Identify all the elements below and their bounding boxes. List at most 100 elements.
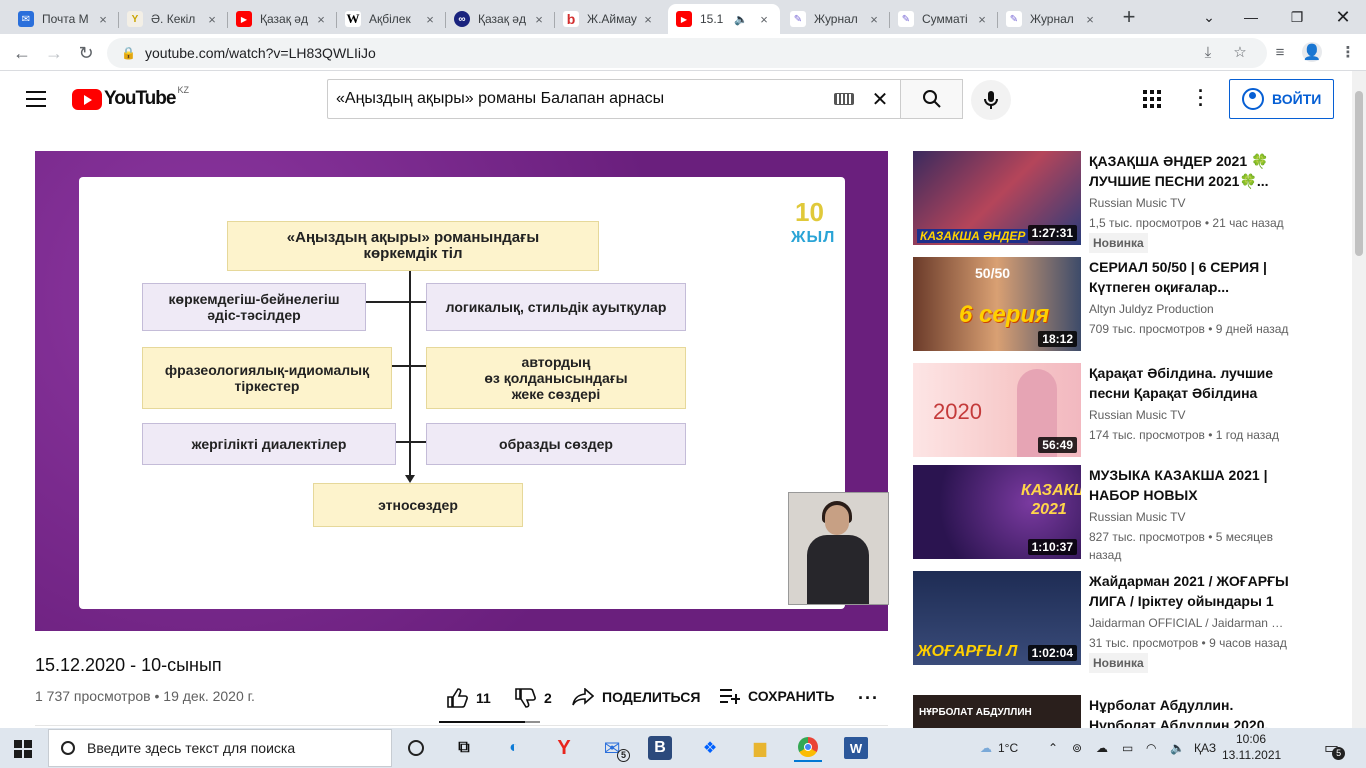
settings-more-icon[interactable]: · · · — [1193, 82, 1209, 114]
install-app-icon[interactable]: ⤓ — [1198, 42, 1218, 62]
show-hidden-icons-icon[interactable]: ⌃ — [1048, 728, 1058, 768]
address-bar[interactable]: 🔒 youtube.com/watch?v=LH83QWLIiJo — [107, 38, 1267, 68]
channel-name[interactable]: Jaidarman OFFICIAL / Jaidarman C... — [1089, 616, 1289, 630]
browser-tab[interactable]: ✎ Сумматі × — [890, 4, 998, 34]
hamburger-menu-icon[interactable] — [26, 91, 46, 107]
channel-name[interactable]: Russian Music TV — [1089, 196, 1289, 210]
close-tab-icon[interactable]: × — [204, 12, 220, 27]
recommended-video[interactable]: 6 серия 50/50 18:12 СЕРИАЛ 50/50 | 6 СЕР… — [913, 257, 1343, 353]
search-input[interactable]: «Аңыздың ақыры» романы Балапан арнасы ✕ — [327, 79, 900, 119]
site-favicon-icon: ✎ — [790, 11, 806, 27]
minimize-button[interactable]: — — [1228, 0, 1274, 34]
video-thumbnail[interactable]: КАЗАКША 2021 1:10:37 — [913, 465, 1081, 559]
bookmark-star-icon[interactable]: ☆ — [1230, 42, 1250, 62]
keyboard-icon[interactable] — [834, 93, 854, 105]
word-icon[interactable]: W — [844, 737, 868, 759]
video-player[interactable]: 10 ЖЫЛ «Аңыздың ақыры» романындағы көркем… — [35, 151, 889, 631]
close-tab-icon[interactable]: × — [531, 12, 547, 27]
video-title[interactable]: МУЗЫКА КАЗАКША 2021 | НАБОР НОВЫХ СООБЩЕ… — [1089, 465, 1289, 505]
back-button[interactable]: ← — [8, 39, 36, 67]
more-actions-icon[interactable]: ··· — [858, 688, 879, 709]
audio-playing-icon[interactable]: 🔈 — [734, 13, 748, 26]
browser-tab[interactable]: ✎ Журнал × — [782, 4, 890, 34]
mail-app-icon[interactable]: ✉ 5 — [598, 734, 630, 762]
task-view-icon[interactable]: ⧉ — [450, 734, 478, 762]
share-button[interactable]: ПОДЕЛИТЬСЯ — [572, 688, 700, 706]
wifi-icon[interactable]: ◠ — [1146, 728, 1156, 768]
volume-icon[interactable]: 🔈 — [1170, 728, 1185, 768]
close-tab-icon[interactable]: × — [756, 12, 772, 27]
video-title[interactable]: ҚАЗАҚША ӘНДЕР 2021 🍀 ЛУЧШИЕ ПЕСНИ 2021🍀.… — [1089, 151, 1289, 191]
like-button[interactable]: 11 — [446, 688, 491, 708]
dislike-button[interactable]: 2 — [514, 688, 552, 708]
chrome-icon[interactable] — [794, 734, 822, 762]
cloud-sync-icon[interactable]: ☁ — [1096, 728, 1108, 768]
file-explorer-icon[interactable]: ▆ — [746, 734, 774, 762]
browser-b-icon[interactable]: B — [648, 736, 672, 760]
recommended-video[interactable]: 2020 56:49 Қарақат Әбілдина. лучшие песн… — [913, 363, 1343, 459]
forward-button[interactable]: → — [40, 39, 68, 67]
language-indicator[interactable]: ҚАЗ — [1194, 728, 1216, 768]
youtube-apps-icon[interactable] — [1143, 90, 1161, 108]
browser-tab[interactable]: ✎ Журнал × — [998, 4, 1106, 34]
restore-button[interactable]: ❐ — [1274, 0, 1320, 34]
close-tab-icon[interactable]: × — [866, 12, 882, 27]
channel-name[interactable]: Russian Music TV — [1089, 510, 1289, 524]
browser-tab-strip: ✉ Почта М × Y Ә. Кекіл × ▶ Қазақ әд × W Ақб… — [0, 0, 1366, 34]
close-tab-icon[interactable]: × — [95, 12, 111, 27]
taskbar-search-input[interactable]: Введите здесь текст для поиска — [48, 729, 392, 767]
media-control-icon[interactable]: ≡ — [1270, 42, 1290, 62]
close-tab-icon[interactable]: × — [422, 12, 438, 27]
close-tab-icon[interactable]: × — [640, 12, 656, 27]
recommended-video[interactable]: НҰРБОЛАТ АБДУЛЛИН Нұрболат Абдуллин. Нұр… — [913, 695, 1343, 728]
new-tab-button[interactable]: + — [1117, 6, 1141, 30]
video-title[interactable]: СЕРИАЛ 50/50 | 6 СЕРИЯ | Күтпеген оқиғал… — [1089, 257, 1289, 297]
clear-search-icon[interactable]: ✕ — [868, 87, 892, 112]
recommended-video[interactable]: КАЗАКША ӘНДЕР 1:27:31 ҚАЗАҚША ӘНДЕР 2021… — [913, 151, 1343, 253]
video-title[interactable]: Нұрболат Абдуллин. Нұрболат Абдуллин 202… — [1089, 695, 1289, 728]
video-title[interactable]: Қарақат Әбілдина. лучшие песни Қарақат Ә… — [1089, 363, 1289, 403]
yandex-browser-icon[interactable]: Y — [550, 734, 578, 762]
recommended-video[interactable]: ЖОҒАРҒЫ Л 1:02:04 Жайдарман 2021 / ЖОҒАР… — [913, 571, 1343, 673]
video-thumbnail[interactable]: ЖОҒАРҒЫ Л 1:02:04 — [913, 571, 1081, 665]
notifications-icon[interactable]: ▭ 5 — [1324, 728, 1346, 768]
browser-tab-active[interactable]: ▶ 15.1 🔈 × — [668, 4, 780, 34]
battery-icon[interactable]: ▭ — [1122, 728, 1133, 768]
close-window-button[interactable]: ✕ — [1320, 0, 1366, 34]
close-tab-icon[interactable]: × — [313, 12, 329, 27]
browser-tab[interactable]: ✉ Почта М × — [10, 4, 119, 34]
video-thumbnail[interactable]: 6 серия 50/50 18:12 — [913, 257, 1081, 351]
video-thumbnail[interactable]: НҰРБОЛАТ АБДУЛЛИН — [913, 695, 1081, 728]
video-title[interactable]: Жайдарман 2021 / ЖОҒАРҒЫ ЛИГА / Іріктеу … — [1089, 571, 1289, 611]
edge-icon[interactable]: ◐ — [500, 734, 528, 762]
windows-start-icon[interactable] — [14, 740, 32, 758]
channel-name[interactable]: Russian Music TV — [1089, 408, 1289, 422]
page-scrollbar[interactable] — [1352, 71, 1366, 728]
browser-tab[interactable]: Y Ә. Кекіл × — [119, 4, 228, 34]
browser-tab[interactable]: ∞ Қазақ әд × — [446, 4, 555, 34]
channel-name[interactable]: Altyn Juldyz Production — [1089, 302, 1289, 316]
video-thumbnail[interactable]: 2020 56:49 — [913, 363, 1081, 457]
system-clock[interactable]: 10:06 13.11.2021 — [1222, 731, 1281, 763]
browser-menu-icon[interactable]: ⋮ — [1338, 42, 1358, 62]
save-button[interactable]: СОХРАНИТЬ — [720, 688, 834, 704]
reload-button[interactable]: ↻ — [72, 39, 100, 67]
dropbox-icon[interactable]: ❖ — [696, 734, 724, 762]
youtube-logo[interactable]: YouTube KZ — [72, 85, 189, 110]
browser-tab[interactable]: W Ақбілек × — [337, 4, 446, 34]
network-icon[interactable]: ⊚ — [1072, 728, 1082, 768]
close-tab-icon[interactable]: × — [1082, 12, 1098, 27]
weather-widget[interactable]: ☁ 1°C — [980, 728, 1018, 768]
browser-tab[interactable]: b Ж.Аймау × — [555, 4, 664, 34]
cortana-icon[interactable] — [402, 734, 430, 762]
video-thumbnail[interactable]: КАЗАКША ӘНДЕР 1:27:31 — [913, 151, 1081, 245]
lock-icon[interactable]: 🔒 — [121, 46, 136, 60]
profile-avatar-icon[interactable]: 👤 — [1302, 42, 1322, 62]
browser-tab[interactable]: ▶ Қазақ әд × — [228, 4, 337, 34]
sign-in-button[interactable]: ВОЙТИ — [1229, 79, 1334, 119]
close-tab-icon[interactable]: × — [974, 12, 990, 27]
voice-search-button[interactable] — [971, 80, 1011, 120]
tab-search-icon[interactable]: ⌄ — [1186, 0, 1232, 34]
search-button[interactable] — [900, 79, 963, 119]
recommended-video[interactable]: КАЗАКША 2021 1:10:37 МУЗЫКА КАЗАКША 2021… — [913, 465, 1343, 562]
